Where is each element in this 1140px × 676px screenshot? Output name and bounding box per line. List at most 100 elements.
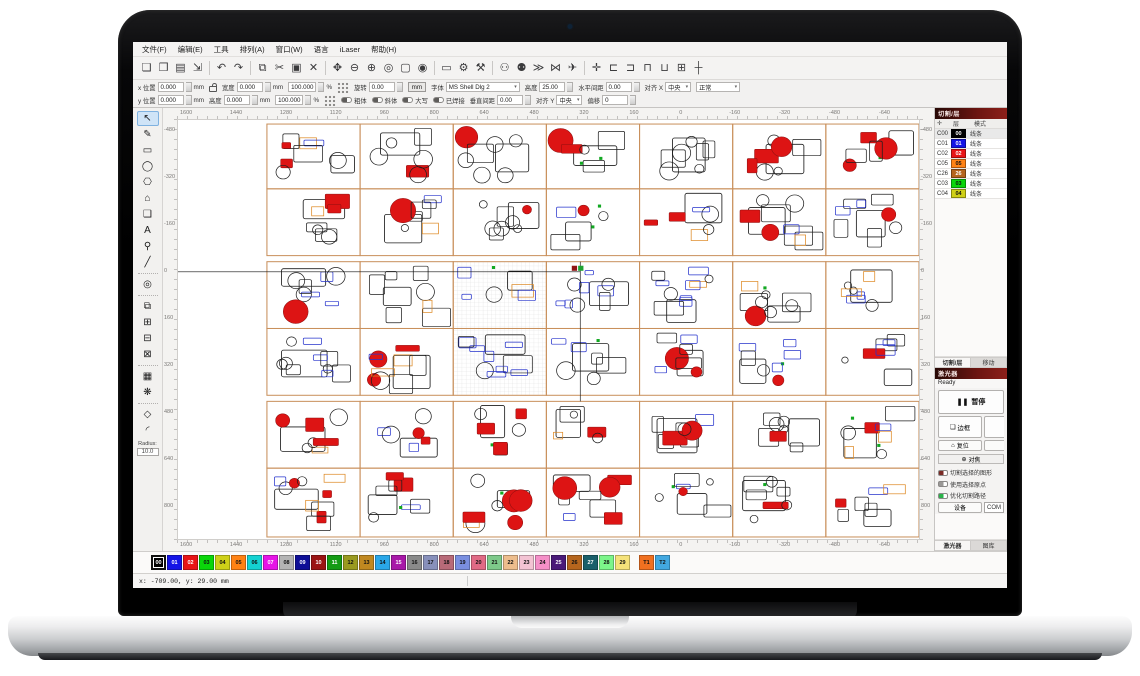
menu-item-4[interactable]: 窗口(W) (276, 44, 303, 55)
zoom-out-icon[interactable]: ⊖ (346, 58, 363, 79)
focus-button[interactable]: ⊕ 对焦 (938, 454, 1004, 464)
layer-color-chip[interactable]: 04 (951, 189, 966, 198)
input-宽度[interactable]: 0.000 (237, 82, 263, 92)
flip-icon[interactable]: ≫ (530, 58, 547, 79)
cut-icon[interactable]: ✂ (271, 58, 288, 79)
tab-cuts-1[interactable]: 移动 (971, 358, 1007, 367)
send-icon[interactable]: ✈ (564, 58, 581, 79)
palette-chip-00[interactable]: 00 (151, 555, 166, 570)
devices-button[interactable]: 设备 (938, 502, 982, 513)
spinner[interactable] (630, 95, 636, 105)
menu-item-7[interactable]: 帮助(H) (371, 44, 396, 55)
palette-chip-T1[interactable]: T1 (639, 555, 654, 570)
dropdown-value[interactable]: 正常▾ (696, 82, 740, 92)
palette-chip-01[interactable]: 01 (167, 555, 182, 570)
dropdown-对齐 X[interactable]: 中央▾ (665, 82, 691, 92)
port-select[interactable]: COM (984, 502, 1004, 513)
text-tool[interactable]: A (137, 223, 159, 238)
frame-button[interactable]: ❏ 边框 (938, 416, 982, 438)
go-origin-button-partial[interactable] (984, 440, 1004, 451)
input-y 位置[interactable]: 0.000 (158, 95, 184, 105)
palette-chip-19[interactable]: 19 (455, 555, 470, 570)
palette-chip-23[interactable]: 23 (519, 555, 534, 570)
input-偏移[interactable]: 0 (602, 95, 628, 105)
move-machine-icon[interactable]: ┼ (690, 58, 707, 79)
frame-tool[interactable]: ❑ (137, 207, 159, 222)
palette-chip-T2[interactable]: T2 (655, 555, 670, 570)
frame-selection-icon[interactable]: ▢ (397, 58, 414, 79)
input-value[interactable]: 100.000 (275, 95, 303, 105)
layer-row-C05[interactable]: C0505线条 (935, 159, 1007, 169)
input-水平间距[interactable]: 0.00 (606, 82, 632, 92)
radius-input[interactable]: 10.0 (137, 448, 159, 456)
layer-row-C04[interactable]: C0404线条 (935, 189, 1007, 199)
distribute-v-icon[interactable]: ⊔ (656, 58, 673, 79)
delete-icon[interactable]: ✕ (305, 58, 322, 79)
polygon-tool[interactable]: ⎔ (137, 175, 159, 190)
start-button-partial[interactable] (984, 416, 1004, 438)
palette-chip-06[interactable]: 06 (247, 555, 262, 570)
layer-color-chip[interactable]: 26 (951, 169, 966, 178)
layer-mode[interactable]: 线条 (970, 149, 982, 158)
layer-color-chip[interactable]: 00 (951, 129, 966, 138)
palette-chip-16[interactable]: 16 (407, 555, 422, 570)
save-icon[interactable]: ▤ (172, 58, 189, 79)
layer-color-chip[interactable]: 01 (951, 139, 966, 148)
redo-icon[interactable]: ↷ (230, 58, 247, 79)
copy-icon[interactable]: ⧉ (254, 58, 271, 79)
spinner[interactable] (397, 82, 403, 92)
preview-icon[interactable]: ▭ (438, 58, 455, 79)
zoom-in-icon[interactable]: ⊕ (363, 58, 380, 79)
interval-grid-icon[interactable] (324, 95, 336, 106)
pause-button[interactable]: ❚❚ 暂停 (938, 390, 1004, 414)
pin-tool[interactable]: ⚲ (137, 239, 159, 254)
palette-chip-12[interactable]: 12 (343, 555, 358, 570)
spinner[interactable] (265, 82, 271, 92)
spinner[interactable] (525, 95, 531, 105)
palette-chip-09[interactable]: 09 (295, 555, 310, 570)
menu-item-2[interactable]: 工具 (214, 44, 229, 55)
menu-item-0[interactable]: 文件(F) (142, 44, 167, 55)
laser-toggle-0[interactable]: 切割选择的图形 (938, 468, 1004, 477)
tab-laser-1[interactable]: 图库 (971, 541, 1007, 550)
layer-mode[interactable]: 线条 (970, 179, 982, 188)
camera-icon[interactable]: ◉ (414, 58, 431, 79)
spinner[interactable] (567, 82, 573, 92)
weld-tool[interactable]: ⧉ (137, 299, 159, 314)
palette-chip-25[interactable]: 25 (551, 555, 566, 570)
palette-chip-10[interactable]: 10 (311, 555, 326, 570)
palette-chip-22[interactable]: 22 (503, 555, 518, 570)
layer-row-C26[interactable]: C2626线条 (935, 169, 1007, 179)
palette-chip-04[interactable]: 04 (215, 555, 230, 570)
subtract-tool[interactable]: ⊟ (137, 331, 159, 346)
open-file-icon[interactable]: ❒ (155, 58, 172, 79)
menu-item-3[interactable]: 排列(A) (240, 44, 265, 55)
mirror-icon[interactable]: ⋈ (547, 58, 564, 79)
layer-row-C00[interactable]: C0000线条 (935, 129, 1007, 139)
palette-chip-17[interactable]: 17 (423, 555, 438, 570)
input-value[interactable]: 100.000 (288, 82, 316, 92)
distribute-h-icon[interactable]: ⊓ (639, 58, 656, 79)
palette-chip-15[interactable]: 15 (391, 555, 406, 570)
align-window-icon[interactable]: ⊞ (673, 58, 690, 79)
group-icon[interactable]: ⚇ (496, 58, 513, 79)
undo-icon[interactable]: ↶ (213, 58, 230, 79)
new-file-icon[interactable]: ❏ (138, 58, 155, 79)
layer-mode[interactable]: 线条 (970, 129, 982, 138)
settings-gear-icon[interactable]: ⚙ (455, 58, 472, 79)
origin-icon[interactable]: ✛ (588, 58, 605, 79)
ungroup-icon[interactable]: ⚉ (513, 58, 530, 79)
select-tool[interactable]: ↖ (137, 111, 159, 126)
palette-chip-21[interactable]: 21 (487, 555, 502, 570)
align-left-icon[interactable]: ⊏ (605, 58, 622, 79)
palette-chip-29[interactable]: 29 (615, 555, 630, 570)
ellipse-tool[interactable]: ◯ (137, 159, 159, 174)
toggle-粗体[interactable]: 粗体 (341, 96, 367, 105)
layer-color-chip[interactable]: 03 (951, 179, 966, 188)
spinner[interactable] (305, 95, 311, 105)
zoom-selection-icon[interactable]: ◎ (380, 58, 397, 79)
palette-chip-18[interactable]: 18 (439, 555, 454, 570)
palette-chip-03[interactable]: 03 (199, 555, 214, 570)
palette-chip-27[interactable]: 27 (583, 555, 598, 570)
palette-chip-28[interactable]: 28 (599, 555, 614, 570)
